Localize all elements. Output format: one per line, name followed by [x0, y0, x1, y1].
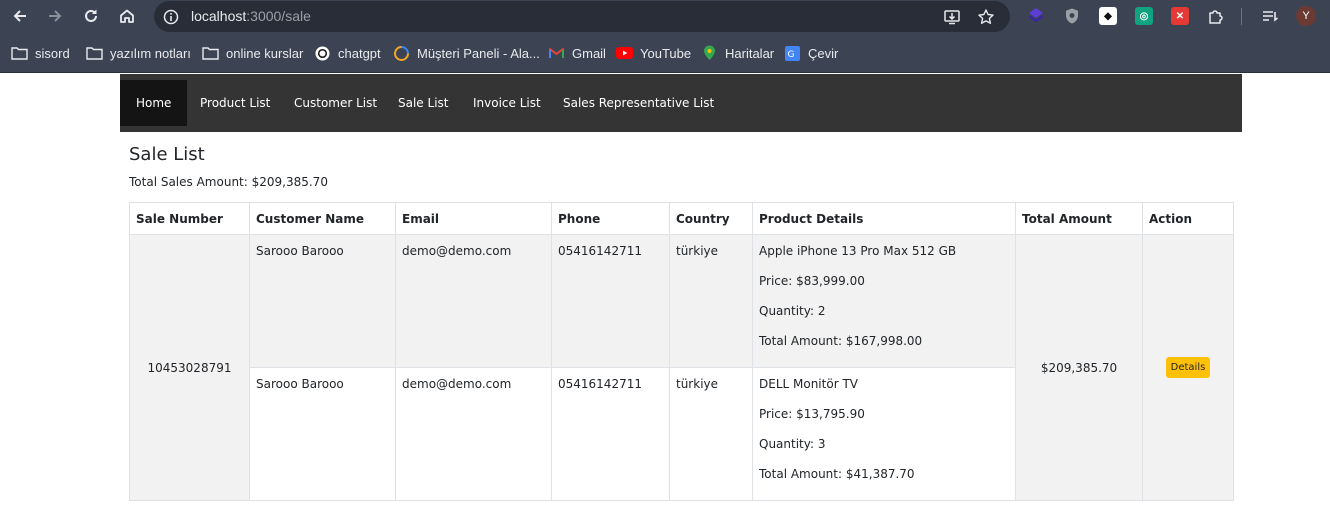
- sales-table: Sale Number Customer Name Email Phone Co…: [129, 202, 1234, 501]
- total-amount-cell: $209,385.70: [1015, 234, 1143, 501]
- product-details-cell: DELL Monitör TV Price: $13,795.90 Quanti…: [752, 367, 1016, 501]
- bookmark-sisord[interactable]: sisord: [11, 43, 70, 63]
- reload-button[interactable]: [78, 4, 104, 28]
- forward-button[interactable]: [42, 4, 68, 28]
- product-details-cell: Apple iPhone 13 Pro Max 512 GB Price: $8…: [752, 234, 1016, 368]
- nav-customer-list[interactable]: Customer List: [294, 80, 377, 126]
- translate-icon: G: [784, 45, 801, 61]
- header-customer-name: Customer Name: [249, 202, 396, 235]
- extension-red-icon[interactable]: ✕: [1171, 7, 1189, 25]
- header-phone: Phone: [551, 202, 670, 235]
- main-navbar: Home Product List Customer List Sale Lis…: [120, 74, 1242, 132]
- phone-cell: 05416142711: [551, 234, 670, 368]
- url-host: localhost: [191, 8, 247, 24]
- header-total-amount: Total Amount: [1015, 202, 1143, 235]
- product-line-total: Total Amount: $167,998.00: [759, 334, 923, 348]
- product-name: DELL Monitör TV: [759, 377, 858, 391]
- product-price: Price: $13,795.90: [759, 407, 865, 421]
- folder-icon: [86, 46, 103, 61]
- product-price: Price: $83,999.00: [759, 274, 865, 288]
- url-text[interactable]: localhost:3000/sale: [191, 8, 311, 24]
- bookmark-label: chatgpt: [338, 45, 381, 61]
- sale-number-cell: 10453028791: [129, 234, 250, 501]
- bookmark-label: Haritalar: [725, 45, 775, 61]
- bookmark-label: online kurslar: [226, 45, 304, 61]
- bookmark-musteri-paneli[interactable]: Müşteri Paneli - Ala...: [393, 43, 540, 63]
- customer-name-cell: Sarooo Barooo: [249, 367, 396, 501]
- header-product-details: Product Details: [752, 202, 1016, 235]
- panel-icon: [393, 45, 410, 61]
- bookmark-label: Müşteri Paneli - Ala...: [417, 45, 540, 61]
- nav-home[interactable]: Home: [120, 80, 188, 126]
- product-quantity: Quantity: 3: [759, 437, 826, 451]
- product-quantity: Quantity: 2: [759, 304, 826, 318]
- install-app-icon[interactable]: [943, 8, 961, 26]
- country-cell: türkiye: [669, 234, 753, 368]
- maps-icon: [701, 45, 718, 61]
- bookmark-label: Çevir: [808, 45, 839, 61]
- bookmark-youtube[interactable]: YouTube: [616, 43, 691, 63]
- gmail-icon: [548, 46, 565, 61]
- chatgpt-icon: [314, 46, 331, 61]
- youtube-icon: [616, 46, 633, 61]
- header-email: Email: [395, 202, 552, 235]
- extension-dark-icon[interactable]: ◆: [1099, 7, 1117, 25]
- email-cell: demo@demo.com: [395, 367, 552, 501]
- site-info-icon: [163, 9, 179, 25]
- product-name: Apple iPhone 13 Pro Max 512 GB: [759, 244, 957, 258]
- phone-cell: 05416142711: [551, 367, 670, 501]
- extension-purple-icon[interactable]: [1027, 7, 1045, 25]
- table-row: 10453028791 Sarooo Barooo demo@demo.com …: [129, 234, 1234, 501]
- url-path: :3000/sale: [246, 8, 311, 24]
- action-cell: Details: [1142, 234, 1234, 501]
- home-button[interactable]: [114, 4, 140, 28]
- bookmark-label: sisord: [35, 45, 70, 61]
- bookmark-cevir[interactable]: G Çevir: [784, 43, 838, 63]
- reading-list-icon[interactable]: [1261, 7, 1279, 25]
- nav-product-list[interactable]: Product List: [200, 80, 270, 126]
- extension-gpt-icon[interactable]: ◎: [1135, 7, 1153, 25]
- total-sales-amount: Total Sales Amount: $209,385.70: [129, 175, 328, 189]
- bookmark-chatgpt[interactable]: chatgpt: [314, 43, 381, 63]
- profile-avatar[interactable]: Y: [1296, 6, 1316, 26]
- country-cell: türkiye: [669, 367, 753, 501]
- folder-icon: [202, 46, 219, 61]
- toolbar-separator: [1241, 8, 1242, 25]
- folder-icon: [11, 46, 28, 61]
- bookmark-label: YouTube: [640, 45, 692, 61]
- address-bar[interactable]: localhost:3000/sale: [154, 1, 1010, 32]
- bookmark-yazilim-notlari[interactable]: yazılım notları: [86, 43, 191, 63]
- details-button[interactable]: Details: [1165, 357, 1211, 378]
- bookmark-gmail[interactable]: Gmail: [548, 43, 606, 63]
- customer-name-cell: Sarooo Barooo: [249, 234, 396, 368]
- table-header-row: Sale Number Customer Name Email Phone Co…: [129, 202, 1234, 235]
- header-sale-number: Sale Number: [129, 202, 250, 235]
- header-country: Country: [669, 202, 753, 235]
- email-cell: demo@demo.com: [395, 234, 552, 368]
- forward-arrow-icon: [49, 10, 62, 22]
- back-arrow-icon: [13, 10, 26, 22]
- bookmark-star-icon[interactable]: [977, 8, 995, 26]
- bookmark-label: yazılım notları: [110, 45, 191, 61]
- bookmark-label: Gmail: [572, 45, 606, 61]
- nav-sale-list[interactable]: Sale List: [398, 80, 448, 126]
- extension-shield-icon[interactable]: [1063, 7, 1081, 25]
- bookmark-haritalar[interactable]: Haritalar: [701, 43, 774, 63]
- browser-toolbar: localhost:3000/sale ◆ ◎ ✕ Y: [0, 0, 1330, 33]
- bookmark-online-kurslar[interactable]: online kurslar: [202, 43, 303, 63]
- header-action: Action: [1142, 202, 1234, 235]
- back-button[interactable]: [7, 4, 33, 28]
- product-line-total: Total Amount: $41,387.70: [759, 467, 915, 481]
- page-title: Sale List: [129, 144, 205, 165]
- home-icon: [120, 9, 134, 23]
- reload-icon: [85, 9, 97, 22]
- nav-invoice-list[interactable]: Invoice List: [473, 80, 541, 126]
- svg-text:G: G: [788, 50, 795, 60]
- nav-sales-representative-list[interactable]: Sales Representative List: [563, 80, 714, 126]
- extensions-puzzle-icon[interactable]: [1207, 7, 1225, 25]
